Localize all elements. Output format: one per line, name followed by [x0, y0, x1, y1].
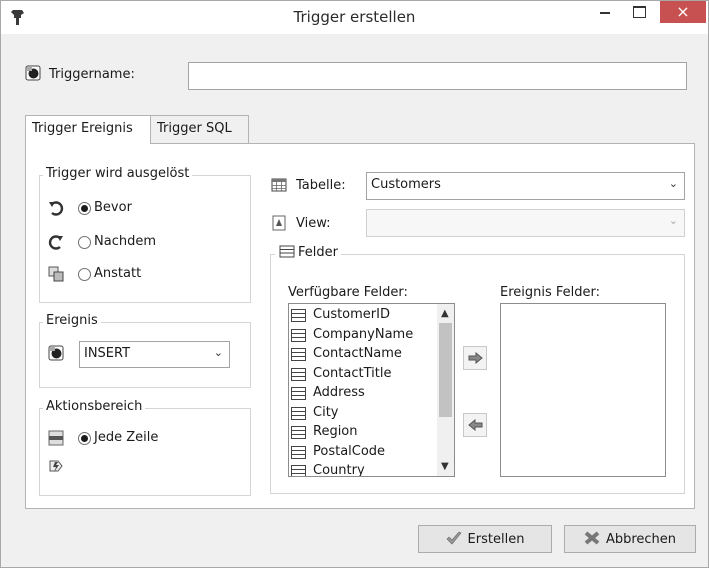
event-select-value: INSERT	[84, 346, 131, 361]
field-icon	[291, 426, 306, 439]
field-icon	[291, 348, 306, 361]
radio-bevor[interactable]	[78, 202, 91, 215]
view-icon	[272, 215, 286, 231]
scope-group	[39, 408, 251, 496]
table-icon	[271, 178, 287, 192]
add-field-button[interactable]	[463, 346, 487, 370]
table-select[interactable]: Customers ⌄	[366, 172, 685, 200]
redo-arrow-icon	[48, 235, 63, 250]
scrollbar[interactable]: ▲ ▼	[437, 304, 454, 476]
arrow-right-icon	[468, 352, 483, 364]
create-button[interactable]: Erstellen	[418, 525, 552, 553]
scroll-up-icon[interactable]: ▲	[441, 308, 449, 319]
triggername-label: Triggername:	[49, 67, 135, 82]
field-name: ContactTitle	[313, 365, 392, 381]
event-trigger-icon	[48, 345, 64, 361]
cancel-button-label: Abbrechen	[605, 532, 677, 547]
checkmark-icon	[446, 531, 462, 545]
view-label: View:	[296, 216, 331, 231]
fields-group-label: Felder	[298, 245, 338, 260]
field-icon	[291, 445, 306, 459]
table-select-value: Customers	[371, 177, 441, 192]
tab-trigger-ereignis[interactable]: Trigger Ereignis	[25, 115, 151, 144]
table-label: Tabelle:	[296, 178, 346, 193]
field-icon	[291, 465, 306, 476]
field-name: PostalCode	[313, 443, 386, 459]
scope-group-legend: Aktionsbereich	[43, 399, 146, 414]
statement-icon	[49, 460, 63, 472]
field-name: Address	[313, 385, 365, 400]
fields-group-legend: Felder	[275, 245, 341, 260]
undo-arrow-icon	[49, 201, 64, 216]
remove-field-button[interactable]	[463, 413, 487, 437]
trigger-icon	[25, 65, 41, 81]
timing-group-legend: Trigger wird ausgelöst	[43, 166, 193, 181]
scroll-thumb[interactable]	[439, 323, 452, 417]
radio-nachdem[interactable]	[78, 236, 91, 249]
tab-panel: Trigger wird ausgelöst Bevor Nachdem Ans…	[25, 143, 695, 509]
radio-anstatt-label[interactable]: Anstatt	[94, 266, 141, 281]
close-button[interactable]: ×	[660, 1, 706, 23]
chevron-down-icon: ⌄	[213, 346, 223, 359]
event-group-legend: Ereignis	[43, 313, 101, 328]
field-name: CustomerID	[313, 307, 390, 322]
chevron-down-icon: ⌄	[668, 177, 678, 190]
available-fields-list[interactable]: CustomerID CompanyName ContactName ContactT…	[288, 303, 455, 477]
radio-bevor-label[interactable]: Bevor	[94, 200, 132, 215]
dialog-window: Trigger erstellen × Triggername: Trigger…	[0, 0, 709, 568]
row-icon	[48, 430, 64, 446]
tab-trigger-sql[interactable]: Trigger SQL	[150, 115, 249, 143]
field-name: CompanyName	[313, 326, 414, 342]
triggername-input[interactable]	[188, 62, 687, 90]
available-fields-label: Verfügbare Felder:	[288, 285, 408, 300]
field-icon	[291, 367, 306, 381]
field-icon	[291, 309, 306, 322]
minimize-button[interactable]	[591, 1, 619, 23]
view-select[interactable]: ⌄	[366, 209, 685, 237]
event-fields-list[interactable]	[500, 303, 666, 477]
create-button-label: Erstellen	[467, 532, 525, 547]
arrow-left-icon	[468, 419, 483, 431]
field-icon	[291, 387, 306, 400]
cancel-button[interactable]: Abbrechen	[564, 525, 696, 553]
radio-anstatt[interactable]	[78, 268, 91, 281]
cancel-x-icon	[584, 531, 600, 545]
maximize-button[interactable]	[625, 1, 653, 23]
radio-nachdem-label[interactable]: Nachdem	[94, 234, 156, 249]
field-icon	[291, 406, 306, 420]
replace-icon	[48, 266, 64, 282]
field-icon	[291, 328, 306, 342]
field-name: Country	[313, 463, 365, 477]
scroll-down-icon[interactable]: ▼	[441, 461, 449, 472]
event-select[interactable]: INSERT ⌄	[79, 341, 230, 368]
field-icon	[279, 245, 295, 258]
field-name: City	[313, 404, 339, 420]
radio-jede-zeile[interactable]	[78, 432, 91, 445]
chevron-down-icon: ⌄	[668, 214, 678, 227]
event-fields-label: Ereignis Felder:	[500, 285, 601, 300]
field-name: Region	[313, 424, 358, 439]
radio-jede-zeile-label[interactable]: Jede Zeile	[94, 430, 158, 445]
title-bar[interactable]: Trigger erstellen ×	[1, 1, 708, 34]
field-name: ContactName	[313, 346, 402, 361]
